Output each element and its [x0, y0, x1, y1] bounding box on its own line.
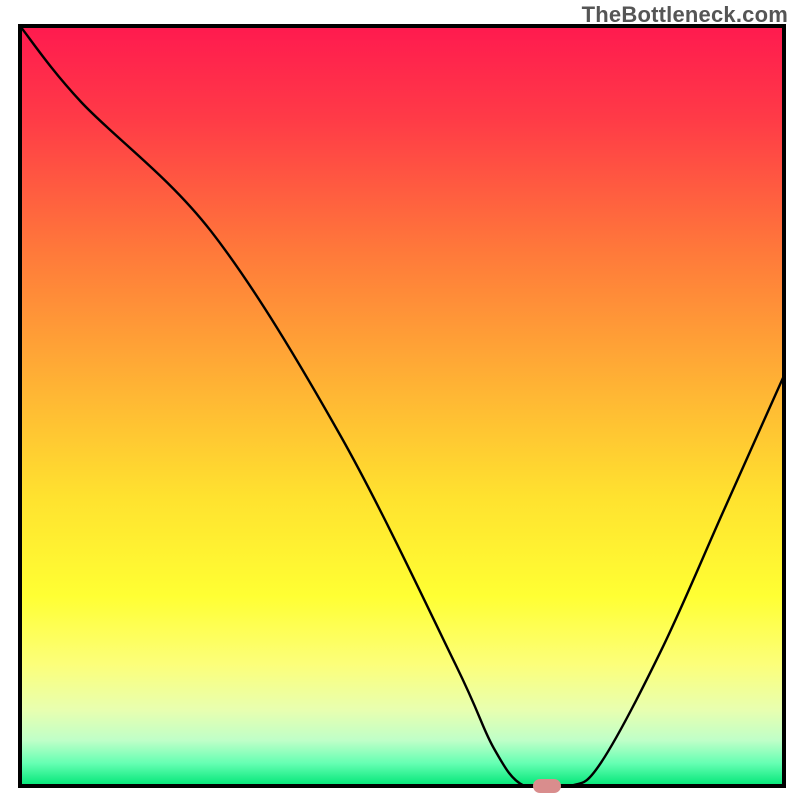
gradient-background [20, 26, 784, 786]
watermark-text: TheBottleneck.com [582, 2, 788, 28]
chart-svg [0, 0, 800, 800]
chart-container: TheBottleneck.com [0, 0, 800, 800]
optimal-marker [533, 779, 561, 793]
